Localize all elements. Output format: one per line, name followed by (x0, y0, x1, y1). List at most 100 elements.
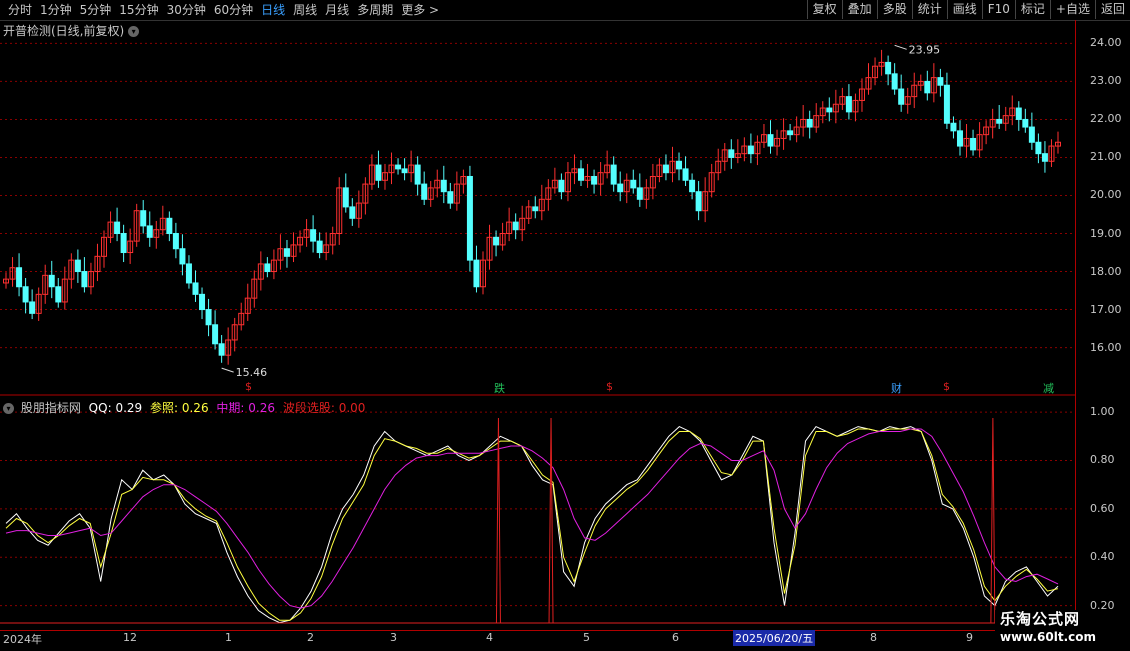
period-tab[interactable]: 更多 > (397, 2, 443, 18)
date-tick: 5 (583, 631, 590, 644)
period-tab[interactable]: 分时 (4, 2, 36, 18)
event-mark[interactable]: $ (943, 380, 950, 393)
candle-body (179, 248, 186, 265)
candle-body (172, 233, 179, 250)
toolbar-button[interactable]: 标记 (1014, 0, 1050, 19)
candle-body (310, 229, 317, 242)
mid-value: 0.26 (248, 401, 275, 415)
event-mark[interactable]: 跌 (494, 380, 505, 396)
candle-body (924, 80, 931, 94)
candle-body (74, 259, 81, 273)
candle-body (48, 274, 55, 288)
period-tabs: 分时 1分钟 5分钟 15分钟 30分钟 60分钟 日线 周线 月线 多周期 更多 > (4, 2, 443, 18)
toolbar-button[interactable]: 叠加 (841, 0, 877, 19)
candle-body (185, 263, 192, 284)
candle-body (891, 73, 898, 90)
price-tick: 21.00 (1090, 150, 1122, 164)
candle-body (120, 233, 127, 254)
main-chart-title[interactable]: 开普检测(日线,前复权) ▾ (3, 22, 140, 39)
low-marker-line (221, 367, 234, 373)
candle-body (114, 221, 121, 235)
event-mark[interactable]: 财 (891, 380, 902, 396)
candle-body (146, 225, 153, 238)
candle-body (950, 122, 957, 132)
candle-body (728, 149, 735, 158)
mid-label: 中期: (216, 401, 245, 415)
candle-body (1035, 141, 1042, 155)
toolbar-button[interactable]: F10 (981, 0, 1015, 19)
period-tab[interactable]: 15分钟 (115, 2, 162, 18)
candle-body (682, 168, 689, 181)
candle-body (898, 88, 905, 105)
candle-body (212, 324, 219, 345)
date-tick: 2 (307, 631, 314, 644)
toolbar-button[interactable]: 画线 (946, 0, 982, 19)
date-tick: 2024年 (3, 633, 42, 646)
date-tick: 12 (123, 631, 137, 644)
kline-chart[interactable]: 23.95 15.46 (0, 20, 1075, 630)
candle-body (29, 301, 36, 314)
candle-body (283, 248, 290, 257)
toolbar-button[interactable]: 统计 (911, 0, 947, 19)
toolbar-button[interactable]: 复权 (806, 0, 842, 19)
period-tab[interactable]: 月线 (321, 2, 353, 18)
candle-body (466, 175, 473, 261)
candle-body (1022, 118, 1029, 128)
ref-value: 0.26 (181, 401, 209, 415)
candle-body (512, 221, 519, 231)
period-tab[interactable]: 60分钟 (210, 2, 257, 18)
candle-body (55, 286, 62, 303)
period-tab[interactable]: 周线 (289, 2, 321, 18)
period-tab[interactable]: 5分钟 (76, 2, 116, 18)
high-marker-line (894, 44, 907, 50)
date-tick: 8 (870, 631, 877, 644)
candle-body (375, 164, 382, 181)
toolbar-button[interactable]: +自选 (1049, 0, 1095, 19)
indicator-line-参照 (5, 428, 1059, 621)
candle-body (610, 164, 617, 185)
price-tick: 18.00 (1090, 264, 1122, 278)
pick-spike (990, 417, 996, 624)
chevron-down-icon[interactable]: ▾ (3, 403, 14, 414)
period-tab[interactable]: 多周期 (353, 2, 397, 18)
event-mark[interactable]: $ (245, 380, 252, 393)
price-tick: 20.00 (1090, 188, 1122, 202)
date-tick: 9 (966, 631, 973, 644)
candle-body (199, 293, 206, 311)
candle-body (558, 179, 565, 193)
period-tab[interactable]: 日线 (257, 2, 289, 18)
candle-body (695, 191, 702, 212)
candle-body (532, 206, 539, 212)
pick-label: 波段选股: (282, 401, 335, 415)
indicator-title[interactable]: ▾ 股朋指标网 QQ: 0.29 参照: 0.26 中期: 0.26 波段选股:… (3, 399, 365, 416)
date-tick: 4 (486, 631, 493, 644)
toolbar-button[interactable]: 多股 (876, 0, 912, 19)
candle-body (1041, 153, 1048, 162)
event-mark[interactable]: $ (606, 380, 613, 393)
indicator-line-QQ (5, 425, 1059, 624)
candle-body (845, 96, 852, 113)
price-tick: 23.00 (1090, 74, 1122, 88)
candle-body (578, 168, 585, 181)
candle-body (937, 77, 944, 86)
candle-body (192, 282, 199, 295)
candle-body (81, 271, 88, 288)
candle-body (421, 183, 428, 200)
price-tick: 24.00 (1090, 36, 1122, 50)
price-tick: 22.00 (1090, 112, 1122, 126)
high-label: 23.95 (909, 43, 941, 56)
period-tab[interactable]: 1分钟 (36, 2, 76, 18)
qq-value: 0.29 (115, 401, 143, 415)
candle-body (630, 179, 637, 189)
low-label: 15.46 (236, 366, 267, 379)
period-tab[interactable]: 30分钟 (163, 2, 210, 18)
price-tick: 16.00 (1090, 340, 1122, 354)
chevron-down-icon[interactable]: ▾ (128, 26, 140, 37)
indicator-tick: 0.80 (1090, 453, 1115, 467)
toolbar-button[interactable]: 返回 (1094, 0, 1130, 19)
main-title-text: 开普检测(日线,前复权) (3, 24, 125, 38)
candle-body (401, 168, 408, 174)
candle-body (956, 130, 963, 147)
event-mark[interactable]: 减 (1043, 380, 1054, 396)
candle-body (316, 240, 323, 254)
